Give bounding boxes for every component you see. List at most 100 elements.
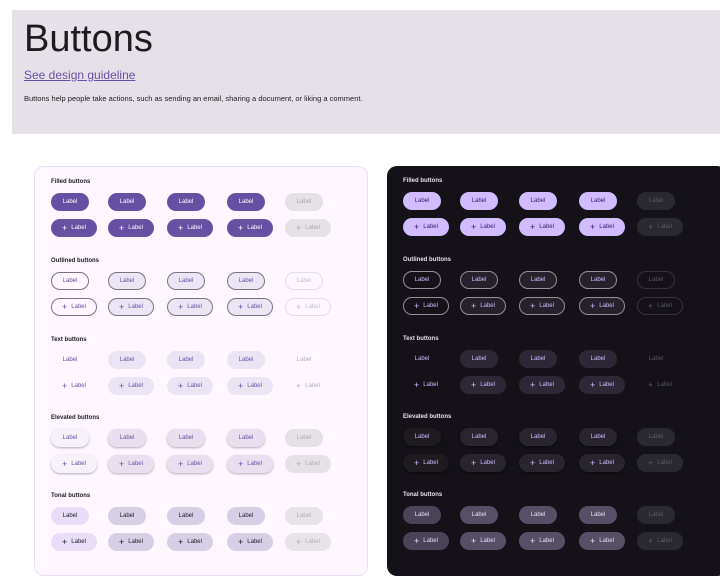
dark-filled-button-pressed[interactable]: Label: [579, 192, 617, 210]
light-text-button-enabled[interactable]: Label: [51, 351, 89, 369]
dark-elevated-button-pressed-with-icon[interactable]: + Label: [579, 454, 625, 472]
light-outlined-button-hovered-with-icon[interactable]: + Label: [108, 298, 154, 316]
light-filled-button-enabled-with-icon[interactable]: + Label: [51, 219, 97, 237]
dark-text-button-enabled[interactable]: Label: [403, 350, 441, 368]
design-guideline-link[interactable]: See design guideline: [24, 68, 135, 82]
light-text-button-disabled-with-icon: + Label: [285, 377, 331, 395]
light-outlined-button-focused-with-icon[interactable]: + Label: [167, 298, 213, 316]
dark-outlined-button-enabled[interactable]: Label: [403, 271, 441, 289]
light-text-button-hovered-with-icon[interactable]: + Label: [108, 377, 154, 395]
light-tonal-button-focused-with-icon[interactable]: + Label: [167, 533, 213, 551]
light-elevated-button-enabled[interactable]: Label: [51, 429, 89, 447]
dark-text-button-focused-with-icon[interactable]: + Label: [519, 376, 565, 394]
light-elevated-button-enabled-with-icon[interactable]: + Label: [51, 455, 97, 473]
dark-tonal-button-focused[interactable]: Label: [519, 506, 557, 524]
dark-filled-button-focused[interactable]: Label: [519, 192, 557, 210]
dark-elevated-button-enabled[interactable]: Label: [403, 428, 441, 446]
light-elevated-button-pressed-with-icon[interactable]: + Label: [227, 455, 273, 473]
dark-filled-button-pressed-with-icon[interactable]: + Label: [579, 218, 625, 236]
dark-tonal-button-enabled-with-icon[interactable]: + Label: [403, 532, 449, 550]
dark-tonal-button-hovered[interactable]: Label: [460, 506, 498, 524]
light-outlined-button-enabled[interactable]: Label: [51, 272, 89, 290]
button-label: Label: [62, 435, 78, 441]
dark-elevated-button-disabled-with-icon: + Label: [637, 454, 683, 472]
button-label: Label: [590, 277, 606, 283]
light-outlined-button-pressed-with-icon[interactable]: + Label: [227, 298, 273, 316]
dark-text-button-pressed-with-icon[interactable]: + Label: [579, 376, 625, 394]
dark-text-button-pressed[interactable]: Label: [579, 350, 617, 368]
button-label: Label: [178, 357, 194, 363]
light-elevated-button-focused-with-icon[interactable]: + Label: [167, 455, 213, 473]
light-filled-button-focused-with-icon[interactable]: + Label: [167, 219, 213, 237]
dark-tonal-button-focused-with-icon[interactable]: + Label: [519, 532, 565, 550]
dark-filled-button-hovered-with-icon[interactable]: + Label: [460, 218, 506, 236]
dark-text-button-hovered-with-icon[interactable]: + Label: [460, 376, 506, 394]
dark-text-button-hovered[interactable]: Label: [460, 350, 498, 368]
light-filled-button-focused[interactable]: Label: [167, 193, 205, 211]
dark-outlined-button-pressed-with-icon[interactable]: + Label: [579, 297, 625, 315]
light-tonal-button-enabled-with-icon[interactable]: + Label: [51, 533, 97, 551]
dark-tonal-button-pressed[interactable]: Label: [579, 506, 617, 524]
dark-filled-button-hovered[interactable]: Label: [460, 192, 498, 210]
light-elevated-button-focused[interactable]: Label: [167, 429, 205, 447]
filled-buttons-section: Filled buttons Label Label Label Label Label +…: [403, 178, 713, 248]
outlined-icon-label-row: + Label + Label + Label + Label + Label: [403, 297, 713, 315]
dark-elevated-button-pressed[interactable]: Label: [579, 428, 617, 446]
dark-outlined-button-hovered-with-icon[interactable]: + Label: [460, 297, 506, 315]
page-header: Buttons See design guideline Buttons hel…: [12, 10, 720, 134]
add-icon: +: [62, 222, 68, 233]
light-text-button-pressed-with-icon[interactable]: + Label: [227, 377, 273, 395]
light-tonal-button-focused[interactable]: Label: [167, 507, 205, 525]
dark-outlined-button-focused-with-icon[interactable]: + Label: [519, 297, 565, 315]
dark-filled-button-enabled-with-icon[interactable]: + Label: [403, 218, 449, 236]
light-filled-button-hovered-with-icon[interactable]: + Label: [108, 219, 154, 237]
light-outlined-button-focused[interactable]: Label: [167, 272, 205, 290]
light-tonal-button-pressed-with-icon[interactable]: + Label: [227, 533, 273, 551]
light-tonal-button-hovered-with-icon[interactable]: + Label: [108, 533, 154, 551]
add-icon: +: [590, 221, 596, 232]
light-filled-button-pressed-with-icon[interactable]: + Label: [227, 219, 273, 237]
dark-tonal-button-pressed-with-icon[interactable]: + Label: [579, 532, 625, 550]
button-label: Label: [296, 513, 312, 519]
button-label: Label: [128, 383, 143, 389]
light-filled-button-hovered[interactable]: Label: [108, 193, 146, 211]
dark-tonal-button-hovered-with-icon[interactable]: + Label: [460, 532, 506, 550]
button-label: Label: [657, 224, 672, 230]
dark-elevated-button-hovered[interactable]: Label: [460, 428, 498, 446]
light-outlined-button-hovered[interactable]: Label: [108, 272, 146, 290]
light-filled-button-enabled[interactable]: Label: [51, 193, 89, 211]
light-text-button-focused-with-icon[interactable]: + Label: [167, 377, 213, 395]
add-icon: +: [471, 221, 477, 232]
light-tonal-button-hovered[interactable]: Label: [108, 507, 146, 525]
dark-elevated-button-hovered-with-icon[interactable]: + Label: [460, 454, 506, 472]
add-icon: +: [296, 458, 302, 469]
button-label: Label: [128, 304, 143, 310]
light-text-button-hovered[interactable]: Label: [108, 351, 146, 369]
button-label: Label: [296, 357, 312, 363]
dark-outlined-button-hovered[interactable]: Label: [460, 271, 498, 289]
light-tonal-button-pressed[interactable]: Label: [227, 507, 265, 525]
outlined-label-row: Label Label Label Label Label: [51, 272, 361, 290]
light-elevated-button-hovered[interactable]: Label: [108, 429, 146, 447]
light-text-button-enabled-with-icon[interactable]: + Label: [51, 377, 97, 395]
dark-filled-button-enabled[interactable]: Label: [403, 192, 441, 210]
light-outlined-button-pressed[interactable]: Label: [227, 272, 265, 290]
dark-tonal-button-enabled[interactable]: Label: [403, 506, 441, 524]
dark-elevated-button-focused-with-icon[interactable]: + Label: [519, 454, 565, 472]
dark-elevated-button-enabled-with-icon[interactable]: + Label: [403, 454, 449, 472]
dark-text-button-enabled-with-icon[interactable]: + Label: [403, 376, 449, 394]
light-tonal-button-enabled[interactable]: Label: [51, 507, 89, 525]
tonal-label-row: Label Label Label Label Label: [51, 507, 361, 525]
dark-filled-button-focused-with-icon[interactable]: + Label: [519, 218, 565, 236]
light-text-button-focused[interactable]: Label: [167, 351, 205, 369]
light-filled-button-pressed[interactable]: Label: [227, 193, 265, 211]
dark-text-button-focused[interactable]: Label: [519, 350, 557, 368]
light-outlined-button-enabled-with-icon[interactable]: + Label: [51, 298, 97, 316]
light-text-button-pressed[interactable]: Label: [227, 351, 265, 369]
light-elevated-button-hovered-with-icon[interactable]: + Label: [108, 455, 154, 473]
dark-elevated-button-focused[interactable]: Label: [519, 428, 557, 446]
dark-outlined-button-pressed[interactable]: Label: [579, 271, 617, 289]
dark-outlined-button-focused[interactable]: Label: [519, 271, 557, 289]
light-elevated-button-pressed[interactable]: Label: [227, 429, 265, 447]
dark-outlined-button-enabled-with-icon[interactable]: + Label: [403, 297, 449, 315]
